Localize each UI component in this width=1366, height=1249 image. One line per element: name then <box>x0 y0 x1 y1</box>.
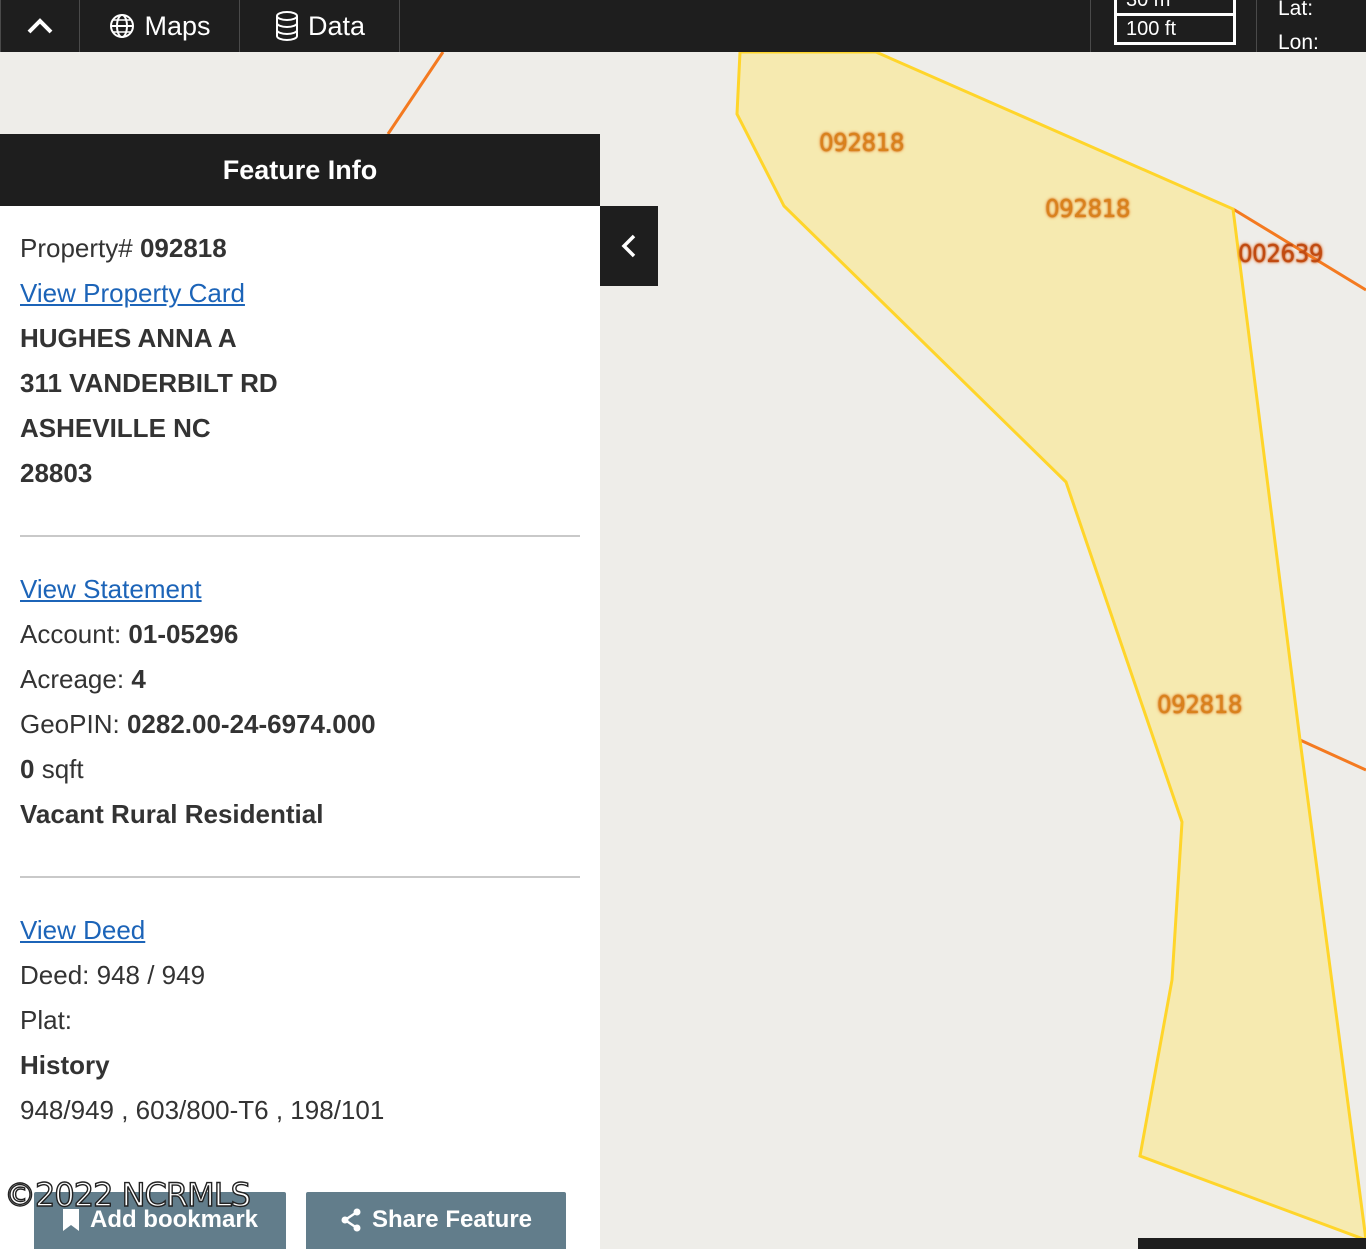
deed-value: 948 / 949 <box>96 960 206 990</box>
geopin-row: GeoPIN: 0282.00-24-6974.000 <box>20 702 580 747</box>
data-button[interactable]: Data <box>240 0 400 52</box>
parcel-label: 092818 <box>1045 194 1131 223</box>
sqft-value: 0 <box>20 754 35 784</box>
owner-address: 311 VANDERBILT RD <box>20 368 278 398</box>
account-value: 01-05296 <box>128 619 239 649</box>
lon-label: Lon: <box>1278 31 1319 54</box>
coordinate-readout: Lat: Lon: <box>1278 0 1319 60</box>
acreage-value: 4 <box>131 664 146 694</box>
map-attribution-bar <box>1138 1238 1366 1249</box>
scale-imperial: 100 ft <box>1114 16 1236 45</box>
parcel-polygon[interactable] <box>735 50 1366 1242</box>
database-icon <box>275 11 298 41</box>
view-statement-link[interactable]: View Statement <box>20 574 202 604</box>
account-label: Account: <box>20 619 122 649</box>
history-label: History <box>20 1050 110 1080</box>
parcel-label: 002639 <box>1238 239 1324 268</box>
deed-row: Deed: 948 / 949 <box>20 953 580 998</box>
parcel-label: 092818 <box>819 128 905 157</box>
share-icon <box>341 1208 361 1232</box>
boundary-line <box>386 51 445 135</box>
chevron-left-icon <box>621 234 636 258</box>
property-number: 092818 <box>139 233 227 263</box>
boundary-line <box>1299 738 1366 772</box>
scale-bar: 30 m 100 ft <box>1114 0 1236 45</box>
share-feature-label: Share Feature <box>371 1206 533 1233</box>
panel-title: Feature Info <box>0 134 600 206</box>
acreage-label: Acreage: <box>20 664 125 694</box>
data-label: Data <box>307 10 366 41</box>
section-divider <box>20 876 580 878</box>
globe-icon <box>110 14 135 38</box>
deed-label: Deed: <box>20 960 90 990</box>
acreage-row: Acreage: 4 <box>20 657 580 702</box>
property-prefix: Property# <box>20 233 133 263</box>
geopin-label: GeoPIN: <box>20 709 120 739</box>
chevron-up-icon <box>27 18 53 34</box>
view-property-card-link[interactable]: View Property Card <box>20 278 245 308</box>
owner-name: HUGHES ANNA A <box>20 323 237 353</box>
land-use: Vacant Rural Residential <box>20 799 324 829</box>
toolbar-divider <box>1256 0 1257 52</box>
owner-zip: 28803 <box>20 458 93 488</box>
collapse-toolbar-button[interactable] <box>0 0 80 52</box>
sqft-row: 0 sqft <box>20 747 580 792</box>
lat-label: Lat: <box>1278 0 1314 20</box>
property-number-row: Property# 092818 <box>20 226 580 271</box>
top-toolbar: Maps Data 30 m 100 ft Lat: Lon: <box>0 0 1366 54</box>
sqft-unit: sqft <box>41 754 84 784</box>
toolbar-divider <box>1090 0 1091 52</box>
plat-label: Plat: <box>20 1005 73 1035</box>
view-deed-link[interactable]: View Deed <box>20 915 145 945</box>
section-divider <box>20 535 580 537</box>
parcel-label: 092818 <box>1157 690 1243 719</box>
history-value: 948/949 , 603/800-T6 , 198/101 <box>20 1095 385 1125</box>
copyright-notice: ©2022 NCRMLS <box>3 1175 251 1214</box>
scale-metric: 30 m <box>1114 0 1236 16</box>
feature-info-panel: Feature Info Property# 092818 View Prope… <box>0 134 600 1249</box>
account-row: Account: 01-05296 <box>20 612 580 657</box>
collapse-panel-button[interactable] <box>600 206 658 286</box>
maps-label: Maps <box>144 10 211 41</box>
geopin-value: 0282.00-24-6974.000 <box>126 709 376 739</box>
share-feature-button[interactable]: Share Feature <box>306 1192 566 1249</box>
maps-button[interactable]: Maps <box>80 0 240 52</box>
owner-city-state: ASHEVILLE NC <box>20 413 211 443</box>
panel-body: Property# 092818 View Property Card HUGH… <box>0 206 600 1133</box>
